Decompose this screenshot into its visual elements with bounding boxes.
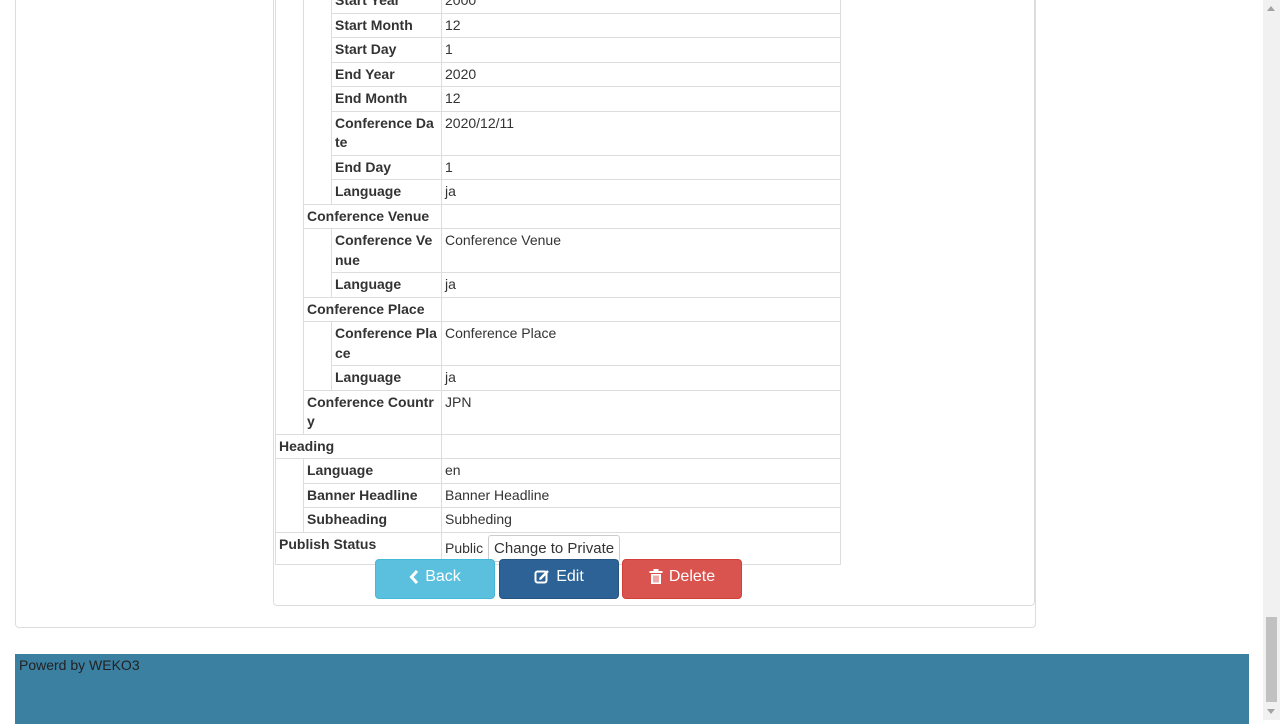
group-label: Heading <box>275 433 442 459</box>
table-row: Conference Place <box>275 296 841 322</box>
delete-button[interactable]: Delete <box>622 559 742 599</box>
field-value: ja <box>441 179 841 205</box>
back-button-label: Back <box>425 568 461 585</box>
field-value: Conference Place <box>441 321 841 366</box>
field-value: Subheding <box>441 507 841 533</box>
change-to-private-button[interactable]: Change to Private <box>488 534 621 562</box>
table-row: Banner Headline Banner Headline <box>275 482 841 508</box>
field-label: Language <box>331 272 442 298</box>
table-row: Subheading Subheding <box>275 507 841 533</box>
scroll-down-icon[interactable] <box>1267 709 1275 714</box>
table-row: Heading <box>275 433 841 459</box>
field-label: Banner Headline <box>303 482 442 508</box>
edit-button[interactable]: Edit <box>499 559 619 599</box>
field-label: Conference Pla​ce <box>331 321 442 366</box>
field-label: Conference Ven​ue <box>331 228 442 273</box>
table-row: Conference Dat​e 2020/12/11 <box>275 110 841 156</box>
scrollbar-thumb[interactable] <box>1266 617 1277 702</box>
metadata-table: Start Year 2000 Start Month 12 Start Day… <box>275 0 841 565</box>
field-label: Start Year <box>331 0 442 14</box>
footer: Powerd by WEKO3 <box>15 654 1249 724</box>
field-label: Language <box>303 458 442 484</box>
table-row: Language ja <box>275 272 841 298</box>
field-value: 2000 <box>441 0 841 14</box>
field-label: Language <box>331 365 442 391</box>
chevron-left-icon <box>409 570 419 584</box>
table-row: Start Day 1 <box>275 37 841 63</box>
edit-icon <box>534 570 550 584</box>
field-value: 1 <box>441 154 841 180</box>
field-value: Conference Venue <box>441 228 841 273</box>
field-value: ja <box>441 272 841 298</box>
vertical-scrollbar[interactable] <box>1263 0 1280 720</box>
table-row: Language ja <box>275 179 841 205</box>
field-value: 2020/12/11 <box>441 110 841 156</box>
field-value: ja <box>441 365 841 391</box>
field-value: Banner Headline <box>441 482 841 508</box>
field-label: Start Month <box>331 12 442 38</box>
table-row: Start Month 12 <box>275 12 841 38</box>
field-value: 1 <box>441 37 841 63</box>
field-label: End Day <box>331 154 442 180</box>
table-row: Start Year 2000 <box>275 0 841 14</box>
field-value: 12 <box>441 12 841 38</box>
table-row: Language en <box>275 458 841 484</box>
field-value: 12 <box>441 86 841 112</box>
field-label: Conference Dat​e <box>331 110 442 156</box>
field-label: Conference Country <box>303 389 442 435</box>
group-label: Conference Place <box>303 296 442 322</box>
field-value: JPN <box>441 389 841 435</box>
table-row: End Day 1 <box>275 154 841 180</box>
publish-status-value: Public <box>445 539 484 556</box>
field-label: Language <box>331 179 442 205</box>
footer-text: Powerd by WEKO3 <box>19 657 140 673</box>
table-row: End Year 2020 <box>275 61 841 87</box>
table-row: Conference Country JPN <box>275 389 841 435</box>
table-row: End Month 12 <box>275 86 841 112</box>
scroll-up-icon[interactable] <box>1267 6 1275 11</box>
table-row: Conference Ven​ue Conference Venue <box>275 228 841 273</box>
metadata-table-container: Start Year 2000 Start Month 12 Start Day… <box>275 0 841 565</box>
field-label: End Month <box>331 86 442 112</box>
table-row: Conference Venue <box>275 203 841 229</box>
back-button[interactable]: Back <box>375 559 495 599</box>
field-value: en <box>441 458 841 484</box>
table-row: Conference Pla​ce Conference Place <box>275 321 841 366</box>
field-label: Subheading <box>303 507 442 533</box>
delete-button-label: Delete <box>668 568 716 585</box>
field-value: 2020 <box>441 61 841 87</box>
field-label: Start Day <box>331 37 442 63</box>
field-label: End Year <box>331 61 442 87</box>
table-row: Language ja <box>275 365 841 391</box>
trash-icon <box>649 569 663 584</box>
edit-button-label: Edit <box>556 568 584 585</box>
group-label: Conference Venue <box>303 203 442 229</box>
